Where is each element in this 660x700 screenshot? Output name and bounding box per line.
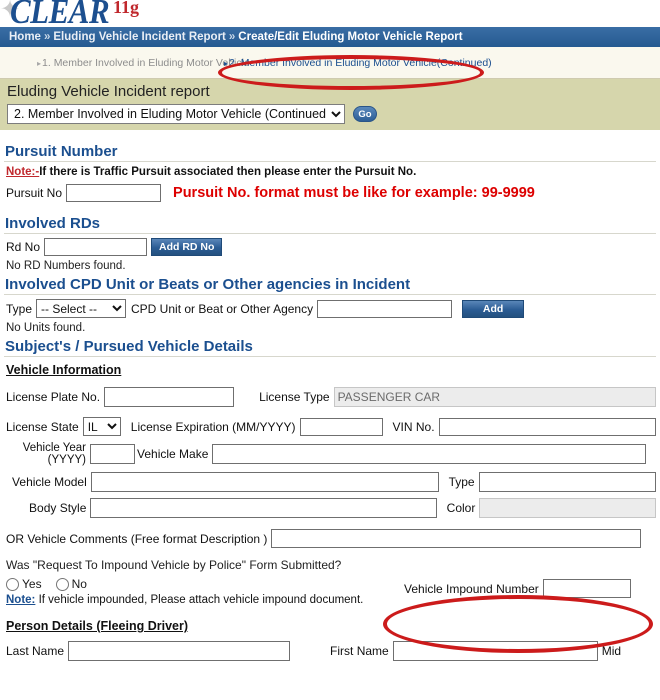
- tab-member-involved-1[interactable]: ▸1. Member Involved in Eluding Motor Veh…: [37, 57, 250, 69]
- vehicle-type-label: Type: [448, 475, 475, 489]
- divider: [4, 233, 656, 234]
- vehicle-year-label: Vehicle Year (YYYY): [6, 442, 86, 466]
- pursuit-number-row: Pursuit No Pursuit No. format must be li…: [6, 184, 656, 202]
- no-units-message: No Units found.: [6, 322, 86, 334]
- first-name-label: First Name: [330, 644, 389, 658]
- last-name-input[interactable]: [68, 641, 291, 661]
- vehicle-make-input[interactable]: [212, 444, 647, 464]
- rd-no-input[interactable]: [44, 238, 148, 256]
- vehicle-comments-row: OR Vehicle Comments (Free format Descrip…: [6, 529, 656, 548]
- vehicle-color-label: Color: [446, 501, 476, 515]
- chevron-right-icon: ▸: [224, 59, 229, 68]
- vehicle-type-input[interactable]: [478, 472, 656, 492]
- add-unit-button[interactable]: Add: [462, 299, 525, 318]
- vin-input[interactable]: [438, 417, 656, 436]
- report-title-bar: Eluding Vehicle Incident report 2. Membe…: [0, 79, 660, 130]
- vehicle-comments-input[interactable]: [271, 529, 642, 548]
- vehicle-year-make-row: Vehicle Year (YYYY) Vehicle Make: [6, 442, 656, 466]
- pursuit-format-hint: Pursuit No. format must be like for exam…: [173, 185, 535, 201]
- impound-yes-label[interactable]: Yes: [22, 577, 42, 591]
- vin-label: VIN No.: [392, 419, 435, 434]
- vehicle-year-input[interactable]: [90, 444, 135, 464]
- vehicle-model-input[interactable]: [90, 472, 439, 492]
- subsection-heading-vehicle-information: Vehicle Information: [6, 363, 122, 377]
- impound-no-label[interactable]: No: [72, 577, 87, 591]
- license-state-select[interactable]: IL: [82, 417, 121, 436]
- tab-member-involved-2-continued[interactable]: ▸2. Member Involved in Eluding Motor Veh…: [224, 57, 492, 69]
- unit-type-select[interactable]: -- Select --: [36, 299, 127, 318]
- tab-label: 2. Member Involved in Eluding Motor Vehi…: [229, 57, 492, 69]
- impound-note-text: If vehicle impounded, Please attach vehi…: [38, 594, 364, 606]
- divider: [4, 356, 656, 357]
- subsection-heading-person-details: Person Details (Fleeing Driver): [6, 619, 189, 633]
- pursuit-no-label: Pursuit No: [6, 186, 63, 200]
- divider: [4, 161, 656, 162]
- middle-name-label: Mid: [601, 644, 622, 658]
- vehicle-model-label: Vehicle Model: [12, 475, 87, 489]
- breadcrumb-separator: »: [228, 31, 236, 43]
- pursuit-note-text: If there is Traffic Pursuit associated t…: [39, 166, 417, 178]
- license-expiration-input[interactable]: [299, 417, 383, 436]
- unit-entry-row: Type -- Select -- CPD Unit or Beat or Ot…: [6, 299, 656, 318]
- license-plate-label: License Plate No.: [6, 390, 101, 404]
- section-heading-vehicle-details: Subject's / Pursued Vehicle Details: [5, 338, 253, 355]
- breadcrumb-current: Create/Edit Eluding Motor Vehicle Report: [238, 31, 463, 43]
- logo-version: 11g: [113, 0, 140, 17]
- license-expiration-label: License Expiration (MM/YYYY): [130, 419, 296, 434]
- license-plate-row: License Plate No. License Type: [6, 387, 656, 407]
- license-type-label: License Type: [259, 390, 330, 404]
- license-type-input: [333, 387, 656, 407]
- rd-number-row: Rd No Add RD No: [6, 238, 656, 256]
- body-style-label: Body Style: [29, 501, 87, 515]
- vehicle-year-label-line2: (YYYY): [47, 454, 86, 466]
- vehicle-color-input: [479, 498, 656, 518]
- brand-header: ✦ CLEAR 11g: [0, 0, 660, 27]
- breadcrumb-home[interactable]: Home: [9, 31, 41, 43]
- vehicle-model-type-row: Vehicle Model Type: [6, 472, 656, 492]
- chevron-right-icon: ▸: [37, 59, 42, 68]
- section-heading-pursuit-number: Pursuit Number: [5, 143, 118, 160]
- license-state-row: License State IL License Expiration (MM/…: [6, 417, 656, 436]
- breadcrumb-separator: »: [43, 31, 51, 43]
- vehicle-year-label-line1: Vehicle Year: [22, 442, 86, 454]
- no-rd-numbers-message: No RD Numbers found.: [6, 260, 126, 272]
- impound-number-row: Vehicle Impound Number: [404, 579, 631, 598]
- unit-name-label: CPD Unit or Beat or Other Agency: [131, 301, 314, 316]
- impound-no-radio[interactable]: [55, 577, 69, 591]
- unit-type-label: Type: [6, 301, 33, 316]
- breadcrumb: Home» Eluding Vehicle Incident Report» Cre…: [0, 27, 660, 47]
- last-name-label: Last Name: [6, 644, 65, 658]
- pursuit-note: Note:-If there is Traffic Pursuit associ…: [6, 166, 656, 178]
- pursuit-note-prefix: Note:-: [6, 166, 40, 178]
- pursuit-no-input[interactable]: [66, 184, 162, 202]
- impound-number-label: Vehicle Impound Number: [404, 581, 539, 596]
- page-title: Eluding Vehicle Incident report: [7, 83, 210, 100]
- impound-note-prefix: Note:: [6, 594, 36, 606]
- impound-question: Was "Request To Impound Vehicle by Polic…: [6, 558, 342, 572]
- license-plate-input[interactable]: [104, 387, 235, 407]
- rd-no-label: Rd No: [6, 240, 41, 254]
- vehicle-make-label: Vehicle Make: [137, 447, 209, 461]
- tab-label: 1. Member Involved in Eluding Motor Vehi…: [42, 57, 250, 69]
- person-name-row: Last Name First Name Mid: [6, 641, 656, 661]
- license-state-label: License State: [6, 419, 79, 434]
- vehicle-comments-label: OR Vehicle Comments (Free format Descrip…: [6, 531, 268, 546]
- go-button[interactable]: Go: [353, 106, 377, 122]
- add-rd-no-button[interactable]: Add RD No: [151, 238, 223, 256]
- report-section-select[interactable]: 2. Member Involved in Eluding Motor Vehi…: [7, 104, 345, 124]
- vehicle-body-color-row: Body Style Color: [6, 498, 656, 518]
- impound-number-input[interactable]: [542, 579, 631, 598]
- first-name-input[interactable]: [392, 641, 598, 661]
- breadcrumb-level2[interactable]: Eluding Vehicle Incident Report: [53, 31, 226, 43]
- divider: [4, 294, 656, 295]
- logo-text: CLEAR: [10, 0, 110, 27]
- section-heading-involved-rds: Involved RDs: [5, 215, 101, 232]
- section-heading-involved-units: Involved CPD Unit or Beats or Other agen…: [5, 276, 411, 293]
- body-style-input[interactable]: [90, 498, 437, 518]
- impound-yes-radio[interactable]: [6, 577, 19, 591]
- tab-strip: ▸1. Member Involved in Eluding Motor Veh…: [0, 47, 660, 79]
- unit-name-input[interactable]: [317, 299, 453, 318]
